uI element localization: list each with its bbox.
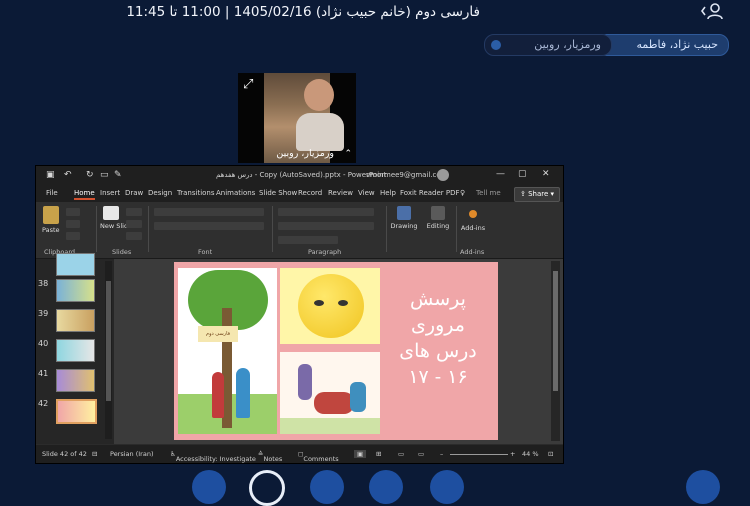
tab-transitions: Transitions [177,189,215,197]
ppt-titlebar: ▣ ↶ ↻ ▭ ✎ درس هفدهم - Copy (AutoSaved).p… [36,166,563,185]
camera-button[interactable] [310,470,344,504]
addins-button: Add-ins [458,206,488,232]
language-label: Persian (Iran) [110,450,154,458]
participant-name: ورمزیار، روبین [534,38,601,51]
notes-button: ≙ Notes [258,450,283,463]
camera-tile[interactable]: ⤢ ورمزیار، روبین ⌃ [238,73,356,163]
mic-button[interactable] [192,470,226,504]
record-button[interactable] [249,470,285,506]
zoom-out-icon: – [440,450,444,458]
sun-face-image [280,268,380,344]
tab-design: Design [148,189,173,197]
ppt-statusbar: Slide 42 of 42 ⊟ Persian (Iran) ♿ Access… [36,445,563,463]
minimize-icon: — [496,169,505,179]
slide-canvas: فارسی دوم پرسش مروری درس های ۱۶ - ۱۷ [114,259,563,444]
drawing-button: Drawing [390,206,418,230]
avatar [437,169,449,181]
status-dot-icon [491,40,501,50]
save-icon: ▣ [46,170,55,180]
slide-number: 38 [38,279,49,288]
slideshow-view-icon: ▭ [418,450,425,458]
slide-thumbnail-selected [56,399,97,424]
chat-button[interactable] [430,470,464,504]
current-slide: فارسی دوم پرسش مروری درس های ۱۶ - ۱۷ [174,262,498,440]
normal-view-icon: ▣ [354,450,367,458]
camera-participant-name: ورمزیار، روبین [276,148,334,159]
book-cover-image: فارسی دوم [178,268,277,434]
group-paragraph: Paragraph [308,248,342,256]
participant-name: حبیب نژاد، فاطمه [636,38,719,51]
paste-button: Paste [42,206,60,234]
slide-number: 40 [38,339,49,348]
tab-foxit: Foxit Reader PDF [400,189,460,197]
meeting-title: فارسی دوم (خانم حبیب نژاد) 1405/02/16 | … [126,4,480,20]
tab-draw: Draw [125,189,144,197]
screen-share-button[interactable] [369,470,403,504]
editing-button: Editing [424,206,452,230]
expand-icon[interactable]: ⤢ [243,77,253,92]
zoom-in-icon: + [510,450,516,458]
spellcheck-icon: ⊟ [92,450,98,458]
slide-scrollbar [551,261,560,441]
new-slide-button: New Slide [100,206,132,230]
tab-home: Home [74,189,95,200]
sorter-view-icon: ⊞ [376,450,382,458]
slide-number: 39 [38,309,49,318]
slideshow-icon: ▭ [100,170,109,180]
undo-icon: ↶ [64,170,72,180]
participant-chip-student[interactable]: ورمزیار، روبین [484,34,612,56]
pen-icon: ✎ [114,170,122,180]
user-icon[interactable] [700,2,724,22]
tab-help: Help [380,189,396,197]
ribbon: Paste Clipboard New Slide Slides Font Pa… [36,202,563,259]
slide-heading: پرسش مروری درس های ۱۶ - ۱۷ [399,288,477,388]
slide-thumbnail [56,339,95,362]
tab-slideshow: Slide Show [259,189,298,197]
tab-view: View [358,189,375,197]
leave-button[interactable] [686,470,720,504]
maximize-icon: ▢ [518,169,527,179]
tab-record: Record [298,189,323,197]
tab-review: Review [328,189,353,197]
redo-icon: ↻ [86,170,94,180]
slide-count: Slide 42 of 42 [42,450,87,458]
zoom-slider [450,454,508,455]
slide-number: 41 [38,369,49,378]
tab-file: File [46,189,58,197]
share-button: ⇪ Share ▾ [514,187,560,202]
close-icon: ✕ [542,169,550,179]
slide-thumbnail [56,369,95,392]
shared-screen-powerpoint: ▣ ↶ ↻ ▭ ✎ درس هفدهم - Copy (AutoSaved).p… [35,165,564,464]
document-title: درس هفدهم - Copy (AutoSaved).pptx - Powe… [216,171,387,179]
accessibility-label: ♿ Accessibility: Investigate [170,450,256,463]
comments-button: ◻ Comments [298,450,339,463]
group-addins: Add-ins [460,248,485,256]
ribbon-tabs: File Home Insert Draw Design Transitions… [36,185,563,202]
slide-thumbnail [56,309,95,332]
lightbulb-icon: ♀ [460,189,466,197]
participant-chip-teacher[interactable]: حبیب نژاد، فاطمه [597,34,729,56]
account-email: vmormee9@gmail.com [366,171,448,179]
tab-tell-me: Tell me [476,189,501,197]
zoom-level: 44 % [522,450,539,458]
children-playing-image [280,352,380,434]
reading-view-icon: ▭ [398,450,405,458]
tab-animations: Animations [216,189,256,197]
tab-insert: Insert [100,189,121,197]
group-font: Font [198,248,213,256]
slide-number: 42 [38,399,49,408]
group-slides: Slides [112,248,132,256]
fit-slide-icon: ⊡ [548,450,554,458]
chevron-up-icon[interactable]: ⌃ [344,149,352,159]
slide-thumbnail [56,279,95,302]
slide-thumbnails: 38 39 40 41 42 [36,253,114,444]
